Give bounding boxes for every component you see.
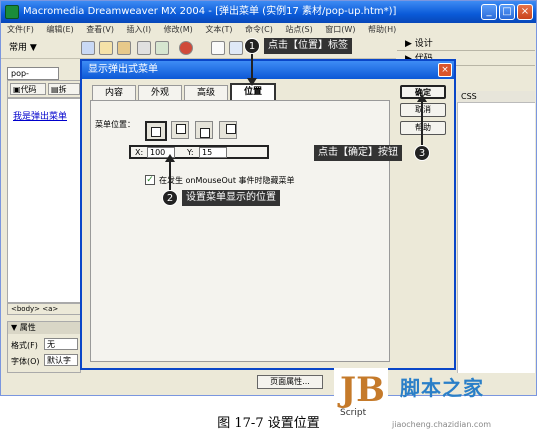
arrow-2-head (165, 154, 175, 162)
logo-script-text: Script (340, 408, 367, 418)
step-3-badge: 3 (414, 145, 430, 161)
arrow-1-head (247, 78, 257, 86)
step-2-badge: 2 (162, 190, 178, 206)
site-logo: JB Script (334, 368, 388, 418)
step-3-callout: 点击【确定】按钮 (314, 145, 402, 161)
step-2-callout: 设置菜单显示的位置 (182, 190, 280, 206)
step-1-callout: 点击【位置】标签 (264, 38, 352, 54)
arrow-3-head (417, 94, 427, 102)
logo-letter: JB (340, 370, 385, 410)
site-url: jiaocheng.chazidian.com (392, 420, 492, 429)
site-name: 脚本之家 (400, 376, 484, 400)
step-1-badge: 1 (244, 38, 260, 54)
